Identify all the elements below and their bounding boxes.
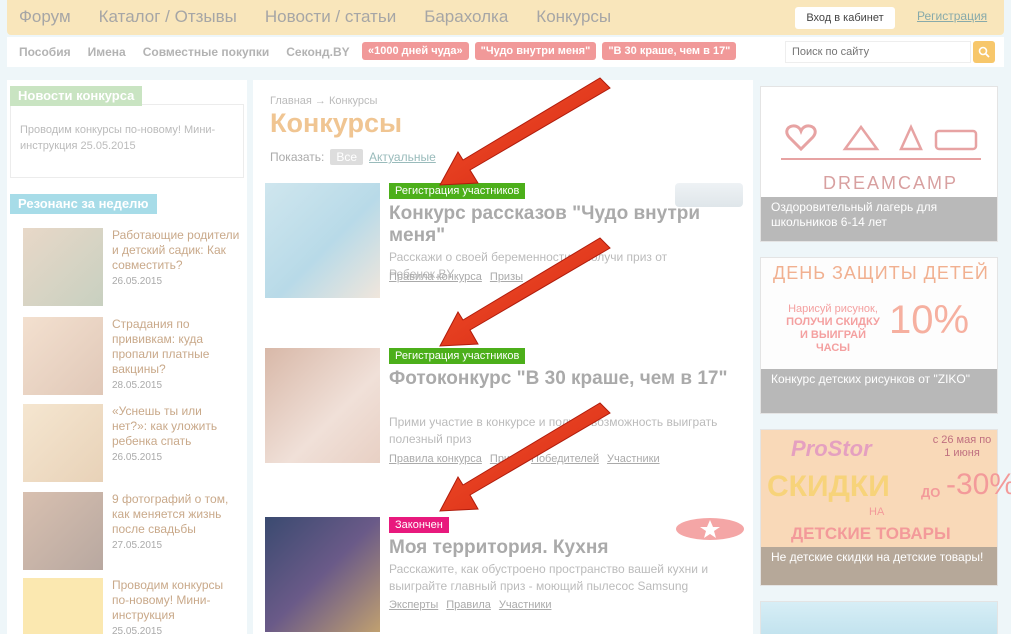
search-icon	[978, 46, 990, 58]
filter-label: Показать:	[270, 150, 325, 164]
article-date: 26.05.2015	[112, 452, 163, 463]
article-thumbnail	[23, 317, 103, 395]
contest-links: Правила конкурса Призы Победителей Участ…	[389, 453, 660, 465]
contest-participants-link[interactable]: Участники	[607, 453, 660, 465]
nav-news[interactable]: Новости / статьи	[265, 7, 396, 27]
ad-discount: -30%	[946, 468, 1011, 501]
ad-caption: Оздоровительный лагерь для школьников 6-…	[761, 197, 997, 241]
filter-row: Показать: Все Актуальные	[270, 149, 436, 165]
page-title: Конкурсы	[270, 108, 403, 138]
article-date: 25.05.2015	[112, 626, 163, 634]
search-input[interactable]	[785, 41, 971, 63]
contest-participants-link[interactable]: Участники	[499, 599, 552, 611]
prostor-logo: ProStor	[791, 436, 872, 461]
contest-description: Прими участие в конкурсе и получи возмож…	[389, 415, 718, 446]
filter-all-button[interactable]: Все	[330, 149, 364, 165]
article-thumbnail	[23, 492, 103, 570]
ad-banner-dreamcamp[interactable]: DREAMCAMP Оздоровительный лагерь для шко…	[760, 86, 998, 242]
contest-thumbnail[interactable]	[265, 517, 380, 632]
contest-experts-link[interactable]: Эксперты	[389, 599, 438, 611]
nav-forum[interactable]: Форум	[19, 7, 71, 27]
ad-banner-ziko[interactable]: ДЕНЬ ЗАЩИТЫ ДЕТЕЙ Нарисуй рисунок, ПОЛУЧИ…	[760, 257, 998, 414]
ad-dates: с 26 мая по 1 июня	[932, 434, 992, 459]
contest-card: Регистрация участников Фотоконкурс "В 30…	[265, 348, 745, 468]
contest-title[interactable]: Фотоконкурс "В 30 краше, чем в 17"	[389, 368, 729, 390]
nav-contests[interactable]: Конкурсы	[536, 7, 611, 27]
ad-caption: Конкурс детских рисунков от "ZIKO"	[761, 369, 997, 413]
nav-flea-market[interactable]: Барахолка	[424, 7, 508, 27]
list-item[interactable]: 9 фотографий о том, как меняется жизнь п…	[23, 492, 243, 572]
article-title[interactable]: Страдания по прививкам: куда пропали пла…	[112, 317, 240, 393]
contest-news-text[interactable]: Проводим конкурсы по-новому! Мини-инстру…	[20, 122, 240, 154]
promo-pill-1000-days[interactable]: «1000 дней чуда»	[362, 42, 469, 60]
ad-subline: ДЕТСКИЕ ТОВАРЫ	[791, 524, 951, 543]
subnav-benefits[interactable]: Пособия	[19, 45, 71, 59]
article-date: 26.05.2015	[112, 276, 163, 287]
article-title[interactable]: «Уснешь ты или нет?»: как уложить ребенк…	[112, 404, 240, 465]
promo-pills: «1000 дней чуда» "Чудо внутри меня" "В 3…	[362, 42, 737, 60]
top-navigation: Форум Каталог / Отзывы Новости / статьи …	[7, 0, 1004, 35]
contest-links: Правила конкурса Призы	[389, 271, 523, 283]
subnav-joint-purchases[interactable]: Совместные покупки	[143, 45, 270, 59]
filter-active-link[interactable]: Актуальные	[369, 150, 436, 164]
breadcrumb[interactable]: Главная → Конкурсы	[270, 95, 377, 107]
ad-upto: ДО	[921, 485, 941, 500]
contest-thumbnail[interactable]	[265, 183, 380, 298]
subnav-second-hand[interactable]: Секонд.BY	[286, 45, 349, 59]
ad-offer: Нарисуй рисунок, ПОЛУЧИ СКИДКУ И ВЫИГРАЙ Ч…	[786, 303, 880, 354]
contest-rules-link[interactable]: Правила	[446, 599, 491, 611]
contest-prizes-link[interactable]: Призы	[490, 453, 523, 465]
dreamcamp-logo-icon: DREAMCAMP	[781, 123, 981, 193]
status-badge: Регистрация участников	[389, 348, 526, 364]
article-thumbnail	[23, 578, 103, 634]
promo-pill-miracle-inside[interactable]: "Чудо внутри меня"	[474, 42, 597, 60]
article-thumbnail	[23, 228, 103, 306]
contest-thumbnail[interactable]	[265, 348, 380, 463]
ad-banner-prostor[interactable]: ProStor с 26 мая по 1 июня СКИДКИ ДО -30…	[760, 429, 1011, 586]
contest-title[interactable]: Моя территория. Кухня	[389, 537, 729, 559]
contest-news-date: 25.05.2015	[80, 140, 136, 152]
dreamcamp-logo-text: DREAMCAMP	[823, 173, 958, 193]
contest-links: Эксперты Правила Участники	[389, 599, 551, 611]
contest-rules-link[interactable]: Правила конкурса	[389, 271, 482, 283]
list-item[interactable]: Страдания по прививкам: куда пропали пла…	[23, 317, 243, 397]
contest-winners-link[interactable]: Победителей	[531, 453, 599, 465]
register-link[interactable]: Регистрация	[917, 9, 987, 23]
ad-percent: 10%	[889, 298, 970, 342]
main-menu: Форум Каталог / Отзывы Новости / статьи …	[19, 7, 611, 27]
status-badge: Регистрация участников	[389, 183, 526, 199]
ad-na-label: НА	[869, 506, 885, 518]
article-thumbnail	[23, 404, 103, 482]
sub-navigation: Пособия Имена Совместные покупки Секонд.…	[7, 37, 1004, 67]
article-title[interactable]: Проводим конкурсы по-новому! Мини-инстру…	[112, 578, 240, 634]
sub-menu: Пособия Имена Совместные покупки Секонд.…	[19, 45, 350, 59]
contest-title[interactable]: Конкурс рассказов "Чудо внутри меня"	[389, 203, 729, 247]
nav-catalog[interactable]: Каталог / Отзывы	[99, 7, 237, 27]
contest-prizes-link[interactable]: Призы	[490, 271, 523, 283]
ad-big-text: СКИДКИ	[767, 470, 890, 503]
contest-card: Регистрация участников Конкурс рассказов…	[265, 183, 745, 303]
list-item[interactable]: «Уснешь ты или нет?»: как уложить ребенк…	[23, 404, 243, 484]
ad-headline: ДЕНЬ ЗАЩИТЫ ДЕТЕЙ	[773, 263, 989, 283]
list-item[interactable]: Проводим конкурсы по-новому! Мини-инстру…	[23, 578, 243, 634]
login-button[interactable]: Вход в кабинет	[795, 7, 895, 29]
left-sidebar: Новости конкурса Проводим конкурсы по-но…	[7, 80, 247, 634]
ad-banner-bottom[interactable]	[760, 601, 998, 634]
resonance-title: Резонанс за неделю	[10, 194, 157, 214]
status-badge: Закончен	[389, 517, 449, 533]
search-button[interactable]	[973, 41, 995, 63]
promo-pill-30-vs-17[interactable]: "В 30 краше, чем в 17"	[602, 42, 737, 60]
article-title[interactable]: 9 фотографий о том, как меняется жизнь п…	[112, 492, 240, 553]
contest-card: Закончен Моя территория. Кухня Расскажит…	[265, 517, 745, 634]
subnav-names[interactable]: Имена	[88, 45, 126, 59]
ad-caption: Не детские скидки на детские товары!	[761, 547, 997, 585]
article-date: 27.05.2015	[112, 540, 163, 551]
article-title[interactable]: Работающие родители и детский садик: Как…	[112, 228, 240, 289]
article-date: 28.05.2015	[112, 380, 163, 391]
contest-rules-link[interactable]: Правила конкурса	[389, 453, 482, 465]
contest-news-title: Новости конкурса	[10, 86, 143, 106]
contest-description: Расскажите, как обустроено пространство …	[389, 562, 709, 593]
list-item[interactable]: Работающие родители и детский садик: Как…	[23, 228, 243, 308]
